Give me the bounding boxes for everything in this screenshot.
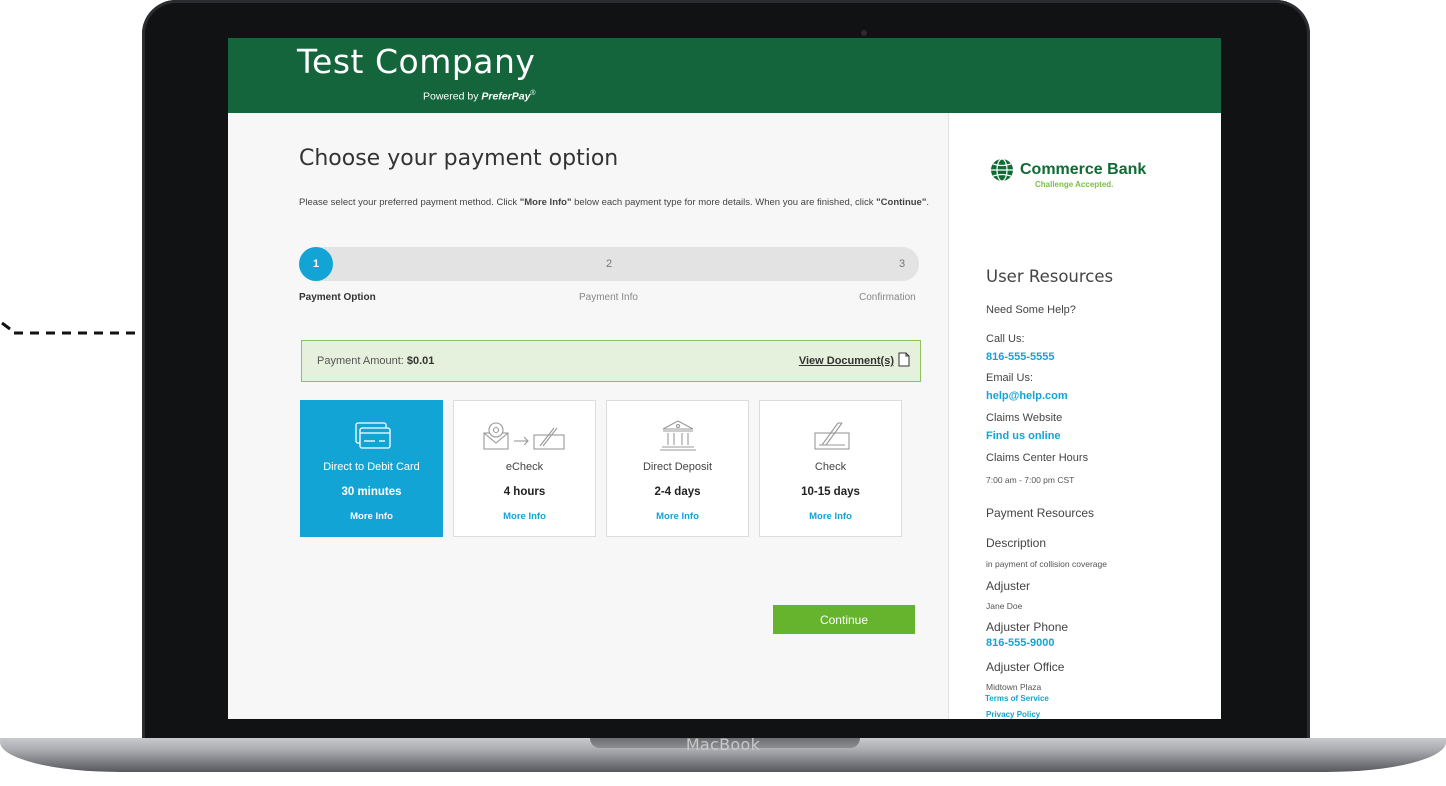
adjuster-value: Jane Doe xyxy=(986,601,1023,611)
step-2-dot: 2 xyxy=(592,247,626,281)
instructions-continue: "Continue" xyxy=(876,197,927,208)
view-documents-link[interactable]: View Document(s) xyxy=(799,352,910,370)
instructions-more-info: "More Info" xyxy=(519,197,572,208)
description-label: Description xyxy=(986,536,1047,550)
adjuster-office-value: Midtown Plaza xyxy=(986,682,1042,692)
instructions-part: . xyxy=(926,197,929,208)
bank-tagline: Challenge Accepted. xyxy=(1035,180,1114,189)
sidebar: Commerce Bank Challenge Accepted. User R… xyxy=(948,113,1221,719)
need-help-text: Need Some Help? xyxy=(986,304,1076,316)
option-time: 10-15 days xyxy=(801,486,860,498)
page-title: Choose your payment option xyxy=(299,146,619,171)
screen: Test Company Powered by PreferPay® Choos… xyxy=(228,38,1221,719)
option-name: Direct to Debit Card xyxy=(323,461,420,473)
adjuster-office-label: Adjuster Office xyxy=(986,660,1065,674)
instructions-part: below each payment type for more details… xyxy=(571,197,877,208)
claims-website-link[interactable]: Find us online xyxy=(986,430,1061,442)
more-info-link[interactable]: More Info xyxy=(454,511,595,522)
claims-hours-label: Claims Center Hours xyxy=(986,452,1089,464)
option-time: 4 hours xyxy=(503,486,546,498)
macbook-label: MacBook xyxy=(685,735,761,754)
more-info-link[interactable]: More Info xyxy=(607,511,748,522)
option-time: 30 minutes xyxy=(341,486,402,498)
payment-resources-heading: Payment Resources xyxy=(986,506,1095,520)
bank-icon xyxy=(607,419,748,451)
option-name: Check xyxy=(814,461,847,473)
call-us-phone-link[interactable]: 816-555-5555 xyxy=(986,351,1055,363)
progress-track: 1 2 3 xyxy=(299,247,919,281)
adjuster-phone-link[interactable]: 816-555-9000 xyxy=(986,637,1055,649)
commerce-bank-logo: Commerce Bank Challenge Accepted. xyxy=(987,157,1147,197)
more-info-link[interactable]: More Info xyxy=(301,511,442,522)
instructions-part: Please select your preferred payment met… xyxy=(299,197,520,208)
step-1-dot: 1 xyxy=(299,247,333,281)
amount-value: $0.01 xyxy=(406,355,435,367)
email-us-label: Email Us: xyxy=(986,372,1034,384)
option-check[interactable]: Check 10-15 days More Info xyxy=(759,400,902,537)
step-3-label: Confirmation xyxy=(859,292,916,303)
main-content: Choose your payment option Please select… xyxy=(228,113,948,719)
step-3-dot: 3 xyxy=(885,247,919,281)
debit-card-icon xyxy=(301,419,442,451)
step-2-label: Payment Info xyxy=(579,292,638,303)
claims-website-label: Claims Website xyxy=(986,412,1063,424)
description-value: in payment of collision coverage xyxy=(986,559,1107,569)
view-documents-label: View Document(s) xyxy=(798,355,894,367)
powered-brand: PreferPay xyxy=(481,90,531,103)
option-time: 2-4 days xyxy=(654,486,701,498)
camera xyxy=(861,30,867,36)
amount-label: Payment Amount: xyxy=(317,355,407,367)
adjuster-label: Adjuster xyxy=(986,579,1031,593)
globe-icon xyxy=(991,158,1013,182)
powered-by: Powered by PreferPay® xyxy=(423,90,536,103)
option-name: eCheck xyxy=(505,461,544,473)
powered-prefix: Powered by xyxy=(423,90,479,103)
header-bar: Test Company Powered by PreferPay® xyxy=(228,38,1221,113)
payment-amount-box: Payment Amount: $0.01 View Document(s) xyxy=(301,340,921,382)
instructions-text: Please select your preferred payment met… xyxy=(299,196,929,209)
email-to-check-icon xyxy=(454,419,595,451)
call-us-label: Call Us: xyxy=(986,333,1025,345)
adjuster-phone-label: Adjuster Phone xyxy=(986,620,1069,634)
step-1-label: Payment Option xyxy=(299,292,376,303)
claims-hours-value: 7:00 am - 7:00 pm CST xyxy=(986,475,1075,485)
option-name: Direct Deposit xyxy=(642,461,713,473)
privacy-policy-link[interactable]: Privacy Policy xyxy=(986,710,1040,719)
payment-amount: Payment Amount: $0.01 xyxy=(317,355,434,367)
option-echeck[interactable]: eCheck 4 hours More Info xyxy=(453,400,596,537)
bank-name: Commerce Bank xyxy=(1020,161,1147,178)
document-icon xyxy=(898,352,910,370)
company-name: Test Company xyxy=(297,42,536,81)
check-icon xyxy=(760,419,901,451)
more-info-link[interactable]: More Info xyxy=(760,511,901,522)
option-direct-deposit[interactable]: Direct Deposit 2-4 days More Info xyxy=(606,400,749,537)
registered-mark: ® xyxy=(530,90,536,97)
option-direct-to-debit-card[interactable]: Direct to Debit Card 30 minutes More Inf… xyxy=(300,400,443,537)
terms-of-service-link[interactable]: Terms of Service xyxy=(985,694,1049,703)
continue-button[interactable]: Continue xyxy=(773,605,915,634)
email-link[interactable]: help@help.com xyxy=(986,390,1068,402)
user-resources-heading: User Resources xyxy=(986,267,1114,286)
